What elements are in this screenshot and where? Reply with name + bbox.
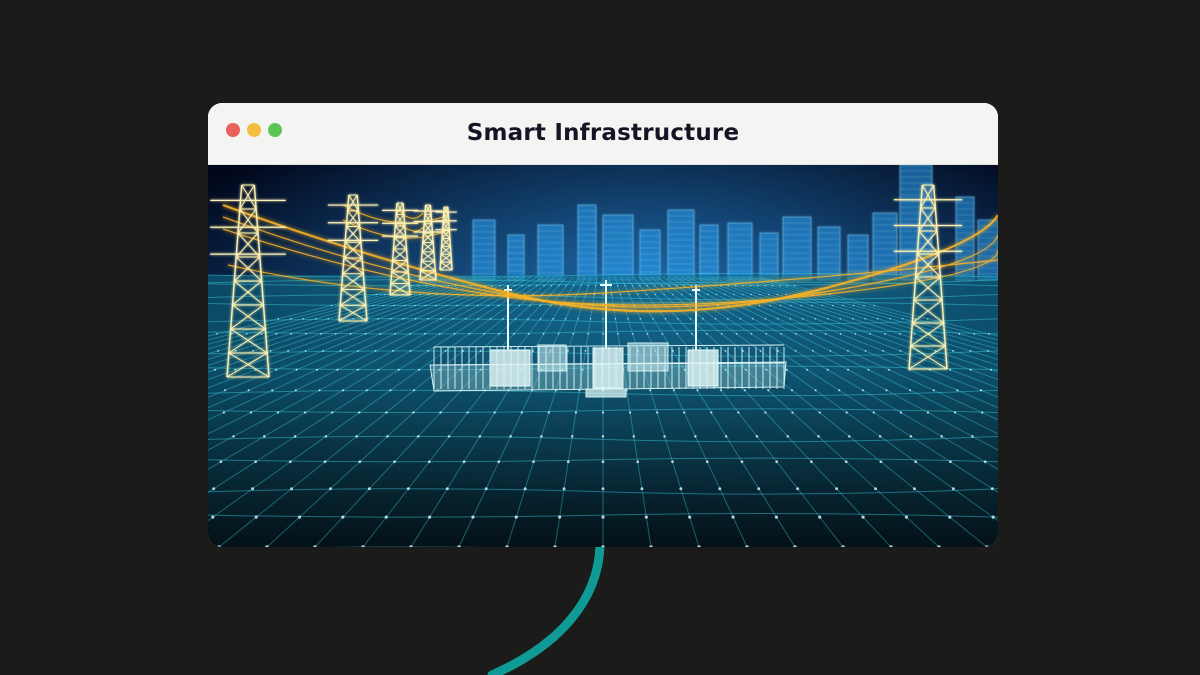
title-bar: Smart Infrastructure: [208, 103, 998, 165]
app-window: Smart Infrastructure: [208, 103, 998, 547]
window-title: Smart Infrastructure: [466, 120, 740, 146]
infrastructure-scene-image: [208, 165, 998, 547]
